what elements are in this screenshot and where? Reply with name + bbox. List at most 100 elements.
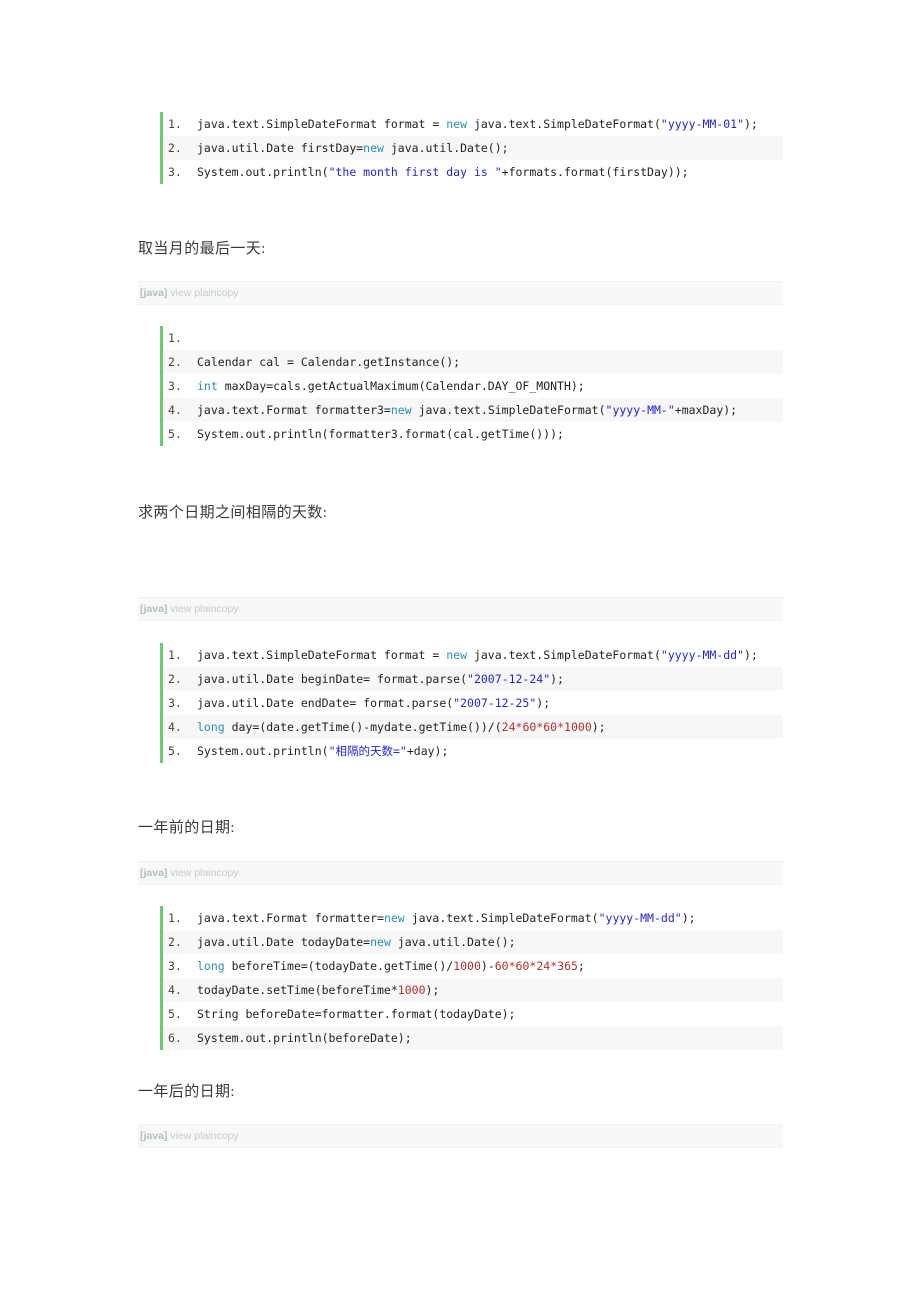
code-line: 1. java.text.SimpleDateFormat format = ne… <box>163 643 783 667</box>
code-token: +day); <box>406 744 449 758</box>
code-line: 2. java.util.Date firstDay=new java.util.… <box>163 136 783 160</box>
code-token: java.text.SimpleDateFormat( <box>467 117 661 131</box>
code-block-days-between: 1. java.text.SimpleDateFormat format = ne… <box>160 643 783 763</box>
code-token: new <box>446 117 468 131</box>
code-toolbar-view-plaincopy[interactable]: view plaincopy <box>167 287 238 299</box>
code-line-number: 2. <box>168 672 182 686</box>
code-token: System.out.println( <box>197 744 329 758</box>
code-token: day=(date.getTime()-mydate.getTime())/( <box>224 720 502 734</box>
code-line-source: java.text.SimpleDateFormat format = new … <box>197 648 758 662</box>
code-token: ); <box>681 911 696 925</box>
code-token: String beforeDate=formatter.format(today… <box>197 1007 516 1021</box>
code-token: 1000 <box>397 983 426 997</box>
code-token: Calendar cal = Calendar.getInstance(); <box>197 355 461 369</box>
code-token: 24 <box>501 720 516 734</box>
code-line: 3. java.util.Date endDate= format.parse("… <box>163 691 783 715</box>
code-token: ); <box>744 117 758 131</box>
code-line: 5. System.out.println("相隔的天数="+day); <box>163 739 783 763</box>
code-line-source: java.util.Date firstDay=new java.util.Da… <box>197 141 509 155</box>
code-line-source: String beforeDate=formatter.format(today… <box>197 1007 516 1021</box>
code-toolbar-view-plaincopy[interactable]: view plaincopy <box>167 603 238 615</box>
code-token: new <box>370 935 391 949</box>
code-token: ); <box>425 983 440 997</box>
code-line: 4. todayDate.setTime(beforeTime*1000); <box>163 978 783 1002</box>
code-toolbar-last-day[interactable]: [java] view plaincopy <box>138 281 783 305</box>
code-line: 5. System.out.println(formatter3.format(c… <box>163 422 783 446</box>
code-toolbar-label: [java] view plaincopy <box>140 1130 239 1143</box>
code-line-source: java.text.Format formatter=new java.text… <box>197 911 696 925</box>
code-token: 1000 <box>453 959 481 973</box>
code-toolbar-lang: [java] <box>140 603 168 615</box>
code-line-number: 4. <box>168 983 182 997</box>
code-token: 60 <box>522 720 537 734</box>
code-token: long <box>197 959 225 973</box>
code-line-source: java.util.Date beginDate= format.parse("… <box>197 672 564 686</box>
code-line-source: System.out.println("相隔的天数="+day); <box>197 744 448 758</box>
code-token: "yyyy-MM-dd" <box>598 911 682 925</box>
code-line: 1. <box>163 326 783 350</box>
code-toolbar-one-year-after[interactable]: [java] view plaincopy <box>138 1124 783 1148</box>
code-line-number: 2. <box>168 355 182 369</box>
code-token: new <box>390 403 412 417</box>
code-token: java.util.Date firstDay= <box>197 141 364 155</box>
code-token: "yyyy-MM-dd" <box>660 648 744 662</box>
code-line: 1. java.text.Format formatter=new java.te… <box>163 906 783 930</box>
code-token: todayDate.setTime(beforeTime* <box>197 983 398 997</box>
code-line-number: 3. <box>168 696 182 710</box>
code-token: 60 <box>494 959 509 973</box>
code-line: 3. System.out.println("the month first da… <box>163 160 783 184</box>
code-line-number: 3. <box>168 379 182 393</box>
code-toolbar-label: [java] view plaincopy <box>140 867 239 880</box>
code-line-source: java.text.Format formatter3=new java.tex… <box>197 403 737 417</box>
code-token: ); <box>536 696 551 710</box>
code-toolbar-days-between[interactable]: [java] view plaincopy <box>138 597 783 621</box>
code-token: ); <box>591 720 606 734</box>
code-token: 60 <box>515 959 530 973</box>
code-token: * <box>557 720 565 734</box>
code-token: java.text.Format formatter= <box>197 911 384 925</box>
section-heading-one-year-before: 一年前的日期: <box>138 820 235 836</box>
code-token: java.util.Date todayDate= <box>197 935 371 949</box>
code-token: beforeTime=(todayDate.getTime()/ <box>224 959 454 973</box>
code-line-source: System.out.println(formatter3.format(cal… <box>197 427 564 441</box>
code-token: java.text.SimpleDateFormat( <box>411 403 606 417</box>
code-token: System.out.println(formatter3.format(cal… <box>197 427 564 441</box>
code-token: maxDay=cals.getActualMaximum(Calendar.DA… <box>217 379 585 393</box>
code-toolbar-label: [java] view plaincopy <box>140 603 239 616</box>
code-line: 2. Calendar cal = Calendar.getInstance(); <box>163 350 783 374</box>
code-token: java.text.SimpleDateFormat format = <box>197 648 447 662</box>
code-line-number: 5. <box>168 744 182 758</box>
code-token: java.util.Date(); <box>390 935 516 949</box>
section-heading-days-between: 求两个日期之间相隔的天数: <box>138 505 328 521</box>
code-line-source: java.util.Date todayDate=new java.util.D… <box>197 935 516 949</box>
code-token: * <box>508 959 516 973</box>
code-token: System.out.println( <box>197 165 329 179</box>
code-token: +formats.format(firstDay)); <box>501 165 689 179</box>
code-token: ); <box>744 648 758 662</box>
code-toolbar-view-plaincopy[interactable]: view plaincopy <box>167 1130 238 1142</box>
code-line-number: 4. <box>168 403 182 417</box>
code-token: "相隔的天数=" <box>328 744 407 758</box>
code-line-source: Calendar cal = Calendar.getInstance(); <box>197 355 460 369</box>
code-toolbar-view-plaincopy[interactable]: view plaincopy <box>167 867 238 879</box>
code-token: "yyyy-MM-" <box>605 403 675 417</box>
code-token: 1000 <box>564 720 592 734</box>
code-token: System.out.println(beforeDate); <box>197 1031 412 1045</box>
code-toolbar-one-year-before[interactable]: [java] view plaincopy <box>138 861 783 885</box>
code-line-number: 3. <box>168 165 182 179</box>
code-line-source: java.text.SimpleDateFormat format = new … <box>197 117 758 131</box>
code-line: 5. String beforeDate=formatter.format(tod… <box>163 1002 783 1026</box>
code-token: java.util.Date(); <box>383 141 509 155</box>
code-token: "yyyy-MM-01" <box>660 117 744 131</box>
document-page: 1. java.text.SimpleDateFormat format = ne… <box>0 0 920 1302</box>
code-line-number: 5. <box>168 427 182 441</box>
code-token: new <box>363 141 384 155</box>
code-line: 6. System.out.println(beforeDate); <box>163 1026 783 1050</box>
code-line-number: 1. <box>168 648 182 662</box>
code-line-source: System.out.println("the month first day … <box>197 165 689 179</box>
code-token: ; <box>577 959 585 973</box>
code-line-source: long beforeTime=(todayDate.getTime()/100… <box>197 959 585 973</box>
code-token: ); <box>550 672 564 686</box>
code-line: 4. java.text.Format formatter3=new java.t… <box>163 398 783 422</box>
code-line-source: System.out.println(beforeDate); <box>197 1031 412 1045</box>
